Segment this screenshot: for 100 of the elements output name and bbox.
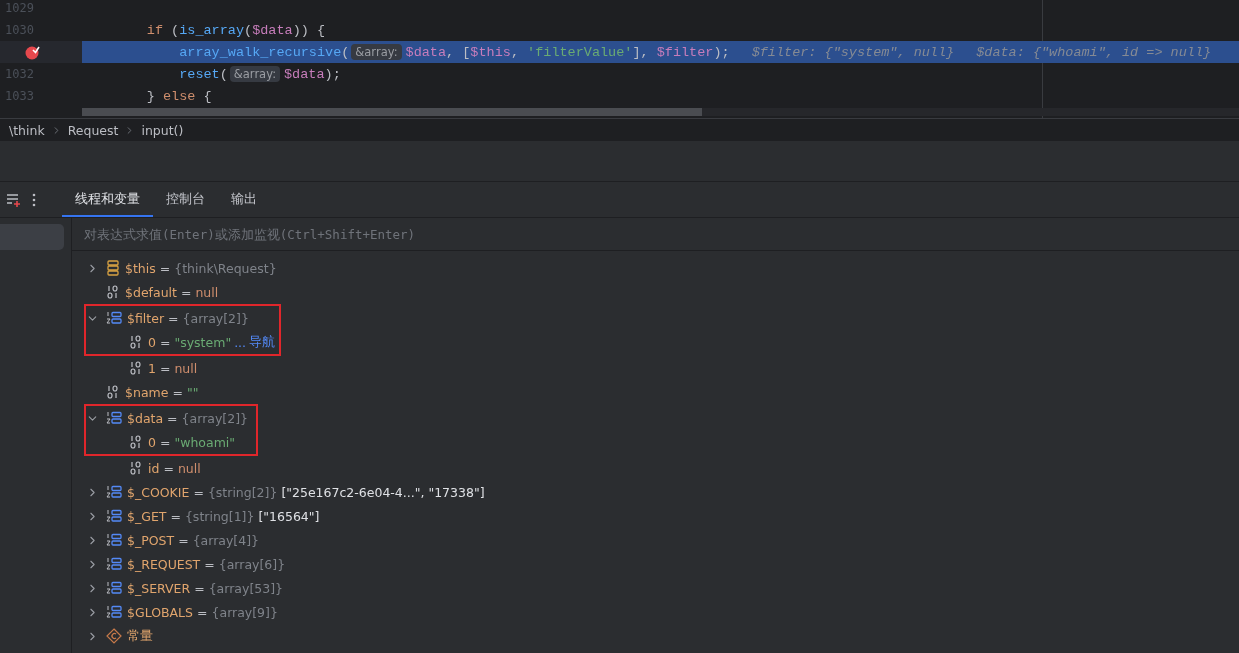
equals-sign: =: [159, 434, 171, 450]
code-text: $data: [252, 22, 293, 38]
code-text: if: [145, 22, 163, 38]
breakpoint-icon[interactable]: [25, 44, 40, 60]
list-icon: [106, 411, 122, 425]
equals-sign: =: [159, 360, 171, 376]
binary-icon: [129, 461, 143, 475]
variable-type: {array[6]}: [218, 556, 286, 572]
list-icon: [106, 605, 122, 619]
variable-name: $_COOKIE: [127, 484, 190, 500]
variable-name: 0: [148, 334, 156, 350]
inline-value: $filter: {"system", null}: [751, 44, 955, 60]
equals-sign: =: [197, 604, 208, 620]
code-text: (: [219, 66, 228, 82]
variable-name: $filter: [127, 310, 165, 326]
code-text: 'filterValue': [527, 44, 633, 60]
code-text: (: [244, 22, 253, 38]
variable-name: $default: [125, 284, 177, 300]
variable-type: {array[2]}: [182, 310, 249, 326]
variable-value: "whoami": [174, 434, 236, 450]
equals-sign: =: [193, 484, 204, 500]
variable-name: id: [148, 460, 160, 476]
variable-value: null: [195, 284, 219, 300]
list-icon: [106, 509, 122, 523]
code-text: )) {: [292, 22, 326, 38]
equals-sign: =: [204, 556, 215, 572]
variable-value: ["16564"]: [258, 508, 320, 524]
variable-type: {array[53]}: [208, 580, 283, 596]
more-options-icon[interactable]: [32, 192, 36, 207]
variable-name: $name: [125, 384, 169, 400]
code-text: else: [163, 88, 196, 104]
equals-sign: =: [168, 310, 179, 326]
code-text: (: [341, 44, 350, 60]
variable-value: "system": [174, 334, 232, 350]
variable-type: {array[2]}: [181, 410, 248, 426]
variable-type: {string[2]}: [207, 484, 278, 500]
code-text: );: [713, 44, 730, 60]
code-text: }: [145, 88, 156, 104]
equals-sign: =: [167, 410, 178, 426]
equals-sign: =: [180, 284, 192, 300]
variable-name: 1: [148, 360, 156, 376]
code-text: $data: [405, 44, 447, 60]
code-text: , [: [446, 44, 471, 60]
ellipsis: ...: [234, 334, 247, 350]
variable-value: "": [186, 384, 199, 400]
navigate-link[interactable]: 导航: [249, 333, 276, 351]
binary-icon: [129, 361, 143, 375]
variable-type: {think\Request}: [174, 260, 277, 276]
binary-icon: [129, 435, 143, 449]
inline-value: $data: {"whoami", id => null}: [976, 44, 1212, 60]
equals-sign: =: [172, 384, 183, 400]
binary-icon: [106, 385, 120, 399]
breadcrumb-item[interactable]: \think: [9, 122, 45, 138]
list-icon: [106, 533, 122, 547]
code-text: $filter: [656, 44, 714, 60]
variable-type: {string[1]}: [184, 508, 255, 524]
code-text: (: [170, 22, 180, 38]
panel-tab[interactable]: 输出: [218, 182, 270, 217]
equals-sign: =: [163, 460, 174, 476]
variable-name: $this: [125, 260, 156, 276]
variable-name: $_GET: [127, 508, 167, 524]
equals-sign: =: [178, 532, 189, 548]
variable-type: {array[9]}: [211, 604, 278, 620]
parameter-hint: &array:: [229, 66, 280, 82]
binary-icon: [129, 335, 143, 349]
variable-value: null: [174, 360, 198, 376]
variable-name: $data: [127, 410, 164, 426]
code-text: array_walk_recursive: [178, 44, 342, 60]
parameter-hint: &array:: [351, 44, 402, 60]
add-watch-icon[interactable]: [6, 192, 22, 207]
list-icon: [106, 557, 122, 571]
equals-sign: =: [159, 260, 171, 276]
constant-icon: [106, 628, 122, 644]
horizontal-scrollbar[interactable]: [82, 108, 1239, 116]
variable-name: $GLOBALS: [127, 604, 194, 620]
list-icon: [106, 485, 122, 499]
variable-name: $_POST: [127, 532, 175, 548]
code-text: {: [202, 88, 212, 104]
code-text: reset: [178, 66, 220, 82]
list-icon: [106, 581, 122, 595]
variable-name: $_REQUEST: [127, 556, 201, 572]
equals-sign: =: [159, 334, 171, 350]
code-text: );: [324, 66, 341, 82]
variable-type: {array[4]}: [192, 532, 260, 548]
equals-sign: =: [170, 508, 181, 524]
panel-tab[interactable]: 控制台: [153, 182, 218, 217]
variable-value: ["25e167c2-6e04-4...", "17338"]: [281, 484, 485, 500]
code-text: ,: [510, 44, 520, 60]
breadcrumb-item[interactable]: Request: [67, 122, 119, 138]
object-icon: [106, 260, 120, 276]
binary-icon: [106, 285, 120, 299]
code-text: $this: [470, 44, 511, 60]
variable-value: null: [177, 460, 201, 476]
variable-name: $_SERVER: [127, 580, 191, 596]
equals-sign: =: [194, 580, 205, 596]
code-text: is_array: [179, 22, 245, 38]
breadcrumb-item[interactable]: input(): [141, 122, 184, 138]
list-icon: [106, 311, 122, 325]
code-text: $data: [284, 66, 325, 82]
variable-name: 0: [148, 434, 156, 450]
